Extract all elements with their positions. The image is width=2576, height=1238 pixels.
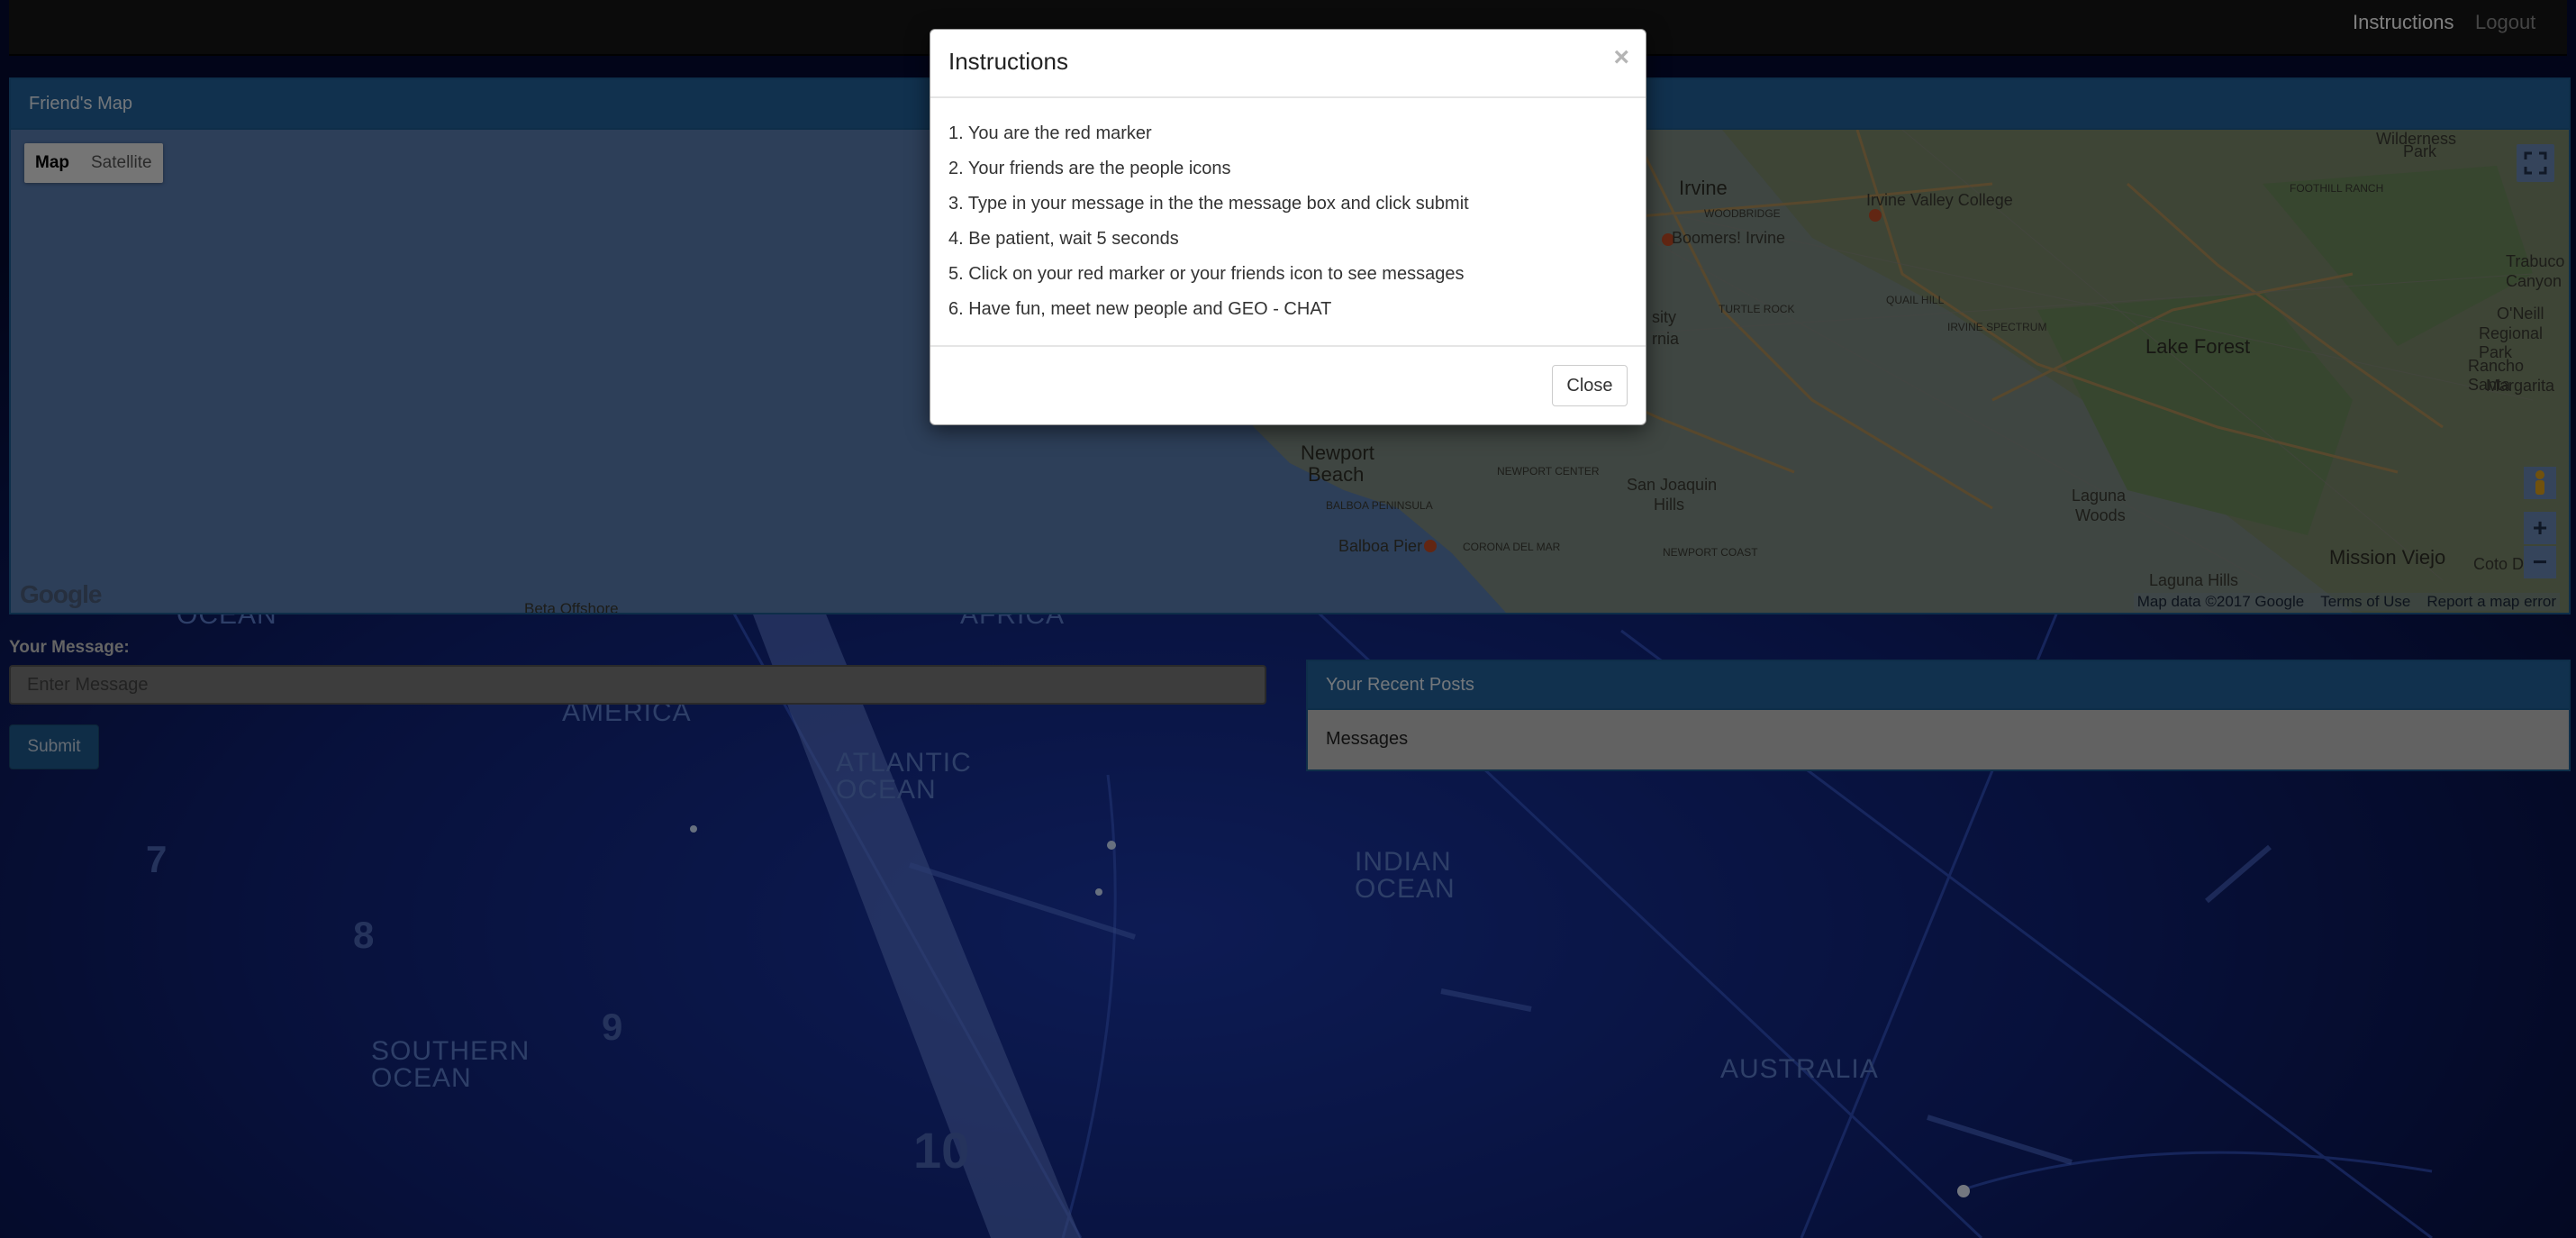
instruction-line: 5. Click on your red marker or your frie… bbox=[948, 264, 1465, 284]
modal-body: 1. You are the red marker 2. Your friend… bbox=[930, 98, 1646, 319]
instruction-line: 4. Be patient, wait 5 seconds bbox=[948, 229, 1179, 249]
instruction-line: 1. You are the red marker bbox=[948, 123, 1152, 143]
instruction-line: 2. Your friends are the people icons bbox=[948, 159, 1231, 178]
instruction-line: 6. Have fun, meet new people and GEO - C… bbox=[948, 299, 1332, 319]
modal-footer: Close bbox=[930, 345, 1646, 426]
instruction-line: 3. Type in your message in the the messa… bbox=[948, 194, 1469, 214]
modal-header: Instructions × bbox=[930, 30, 1646, 98]
instructions-modal: Instructions × 1. You are the red marker… bbox=[930, 29, 1646, 425]
close-button[interactable]: Close bbox=[1552, 365, 1628, 406]
close-icon[interactable]: × bbox=[1613, 42, 1629, 73]
modal-title: Instructions bbox=[948, 48, 1068, 75]
